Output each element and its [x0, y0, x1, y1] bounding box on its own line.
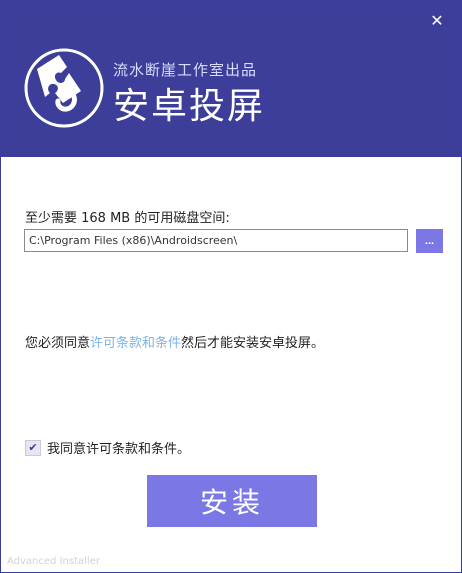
- puzzle-logo-icon: [24, 48, 104, 128]
- install-path-input[interactable]: [24, 229, 408, 252]
- header-banner: ✕ 流水断崖工作室出品 安卓投屏: [1, 1, 461, 157]
- install-button[interactable]: 安装: [147, 475, 317, 527]
- app-title: 安卓投屏: [113, 86, 266, 127]
- installer-window: ✕ 流水断崖工作室出品 安卓投屏 至少需要 168 MB 的可用磁盘空间: ..…: [0, 0, 462, 573]
- close-icon[interactable]: ✕: [427, 11, 447, 31]
- agree-label[interactable]: 我同意许可条款和条件。: [47, 438, 190, 457]
- agree-checkbox[interactable]: ✔: [25, 439, 41, 456]
- agree-row[interactable]: ✔ 我同意许可条款和条件。: [25, 438, 190, 457]
- advanced-installer-footer: Advanced Installer: [7, 556, 100, 567]
- license-notice: 您必须同意许可条款和条件然后才能安装安卓投屏。: [25, 332, 324, 351]
- license-terms-link[interactable]: 许可条款和条件: [90, 336, 181, 351]
- browse-button[interactable]: ...: [416, 229, 443, 253]
- disk-space-label: 至少需要 168 MB 的可用磁盘空间:: [25, 211, 230, 226]
- license-suffix: 然后才能安装安卓投屏。: [181, 336, 325, 351]
- license-prefix: 您必须同意: [25, 336, 91, 351]
